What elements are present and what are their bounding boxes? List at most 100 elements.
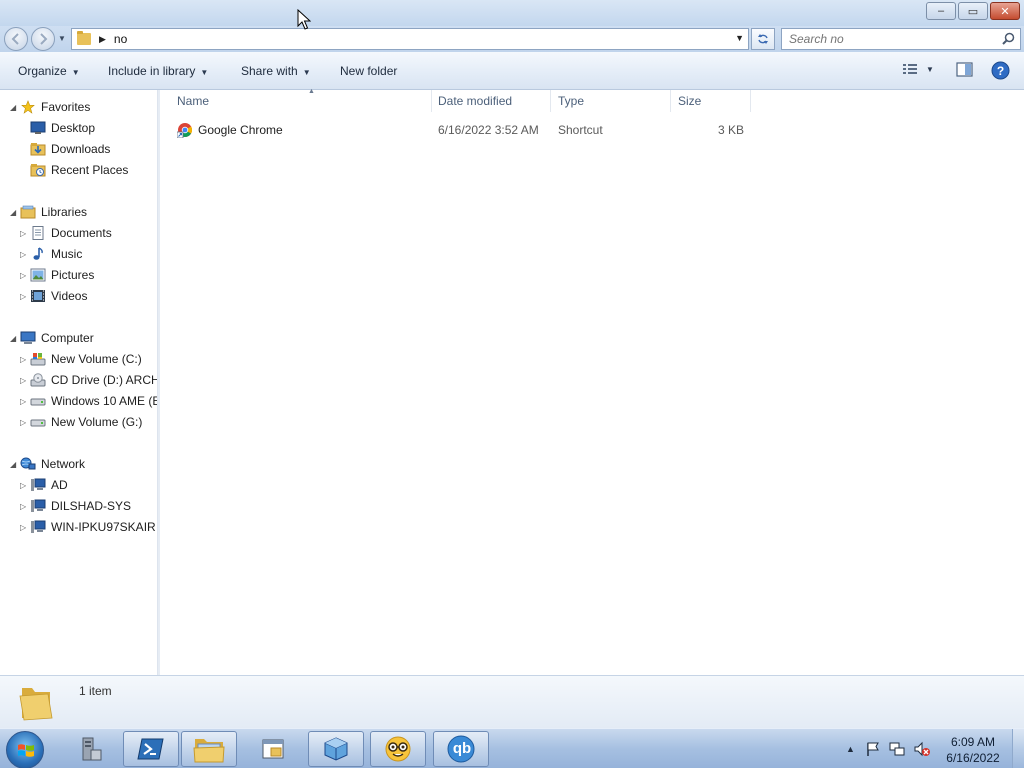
network-computer-icon — [31, 499, 46, 512]
collapsed-arrow-icon[interactable]: ▷ — [20, 250, 30, 259]
search-input[interactable] — [782, 29, 982, 49]
file-name[interactable]: Google Chrome — [198, 123, 283, 137]
window-titlebar[interactable]: – ▭ ✕ — [0, 0, 1024, 26]
address-history-dropdown[interactable]: ▼ — [735, 33, 744, 43]
nav-drive-g[interactable]: ▷ New Volume (G:) — [20, 412, 142, 432]
collapsed-arrow-icon[interactable]: ▷ — [20, 481, 30, 490]
nav-videos[interactable]: ▷ Videos — [20, 286, 87, 306]
expanded-arrow-icon[interactable]: ◢ — [10, 103, 20, 112]
address-bar[interactable]: ▶ no ▼ — [71, 28, 749, 50]
nav-desktop[interactable]: Desktop — [30, 118, 95, 138]
collapsed-arrow-icon[interactable]: ▷ — [20, 502, 30, 511]
file-size: 3 KB — [717, 123, 744, 137]
help-button[interactable]: ? — [991, 61, 1010, 83]
change-view-button[interactable] — [902, 62, 918, 79]
search-box[interactable] — [781, 28, 1021, 50]
details-pane: 1 item — [0, 675, 1024, 728]
nav-drive-c[interactable]: ▷ New Volume (C:) — [20, 349, 142, 369]
file-row[interactable]: Google Chrome 6/16/2022 3:52 AM Shortcut… — [174, 119, 754, 141]
nav-music[interactable]: ▷ Music — [20, 244, 82, 264]
system-clock[interactable]: 6:09 AM 6/16/2022 — [936, 734, 1010, 766]
collapsed-arrow-icon[interactable]: ▷ — [20, 355, 30, 364]
column-header-date-modified[interactable]: Date modified — [431, 90, 551, 112]
maximize-button[interactable]: ▭ — [958, 2, 988, 20]
nav-network[interactable]: ◢ Network — [10, 454, 85, 474]
action-center-flag-icon[interactable] — [865, 741, 881, 757]
taskbar-qbittorrent[interactable]: qb — [433, 731, 489, 767]
nav-network-label: Network — [41, 457, 86, 471]
column-header-name[interactable]: Name ▲ — [170, 88, 432, 112]
search-icon[interactable] — [1002, 32, 1015, 45]
collapsed-arrow-icon[interactable]: ▷ — [20, 418, 30, 427]
nav-recent-places[interactable]: Recent Places — [30, 160, 128, 180]
column-header-type[interactable]: Type — [551, 90, 671, 112]
start-button[interactable] — [6, 731, 44, 768]
nav-favorites[interactable]: ◢ Favorites — [10, 97, 90, 117]
volume-muted-icon[interactable] — [913, 741, 931, 757]
hard-drive-icon — [30, 398, 46, 406]
forward-button[interactable] — [31, 27, 55, 51]
nav-drive-c-label: New Volume (C:) — [51, 352, 142, 366]
breadcrumb-current[interactable]: no — [114, 32, 127, 46]
address-row: ▼ ▶ no ▼ — [0, 26, 1024, 52]
share-with-button[interactable]: Share with ▼ — [241, 64, 311, 78]
new-folder-button[interactable]: New folder — [340, 64, 397, 78]
expanded-arrow-icon[interactable]: ◢ — [10, 334, 20, 343]
collapsed-arrow-icon[interactable]: ▷ — [20, 229, 30, 238]
breadcrumb-separator-icon[interactable]: ▶ — [99, 34, 106, 45]
back-button[interactable] — [4, 27, 28, 51]
nav-computer[interactable]: ◢ Computer — [10, 328, 94, 348]
column-header-size[interactable]: Size — [671, 90, 751, 112]
minimize-button[interactable]: – — [926, 2, 956, 20]
nav-libraries[interactable]: ◢ Libraries — [10, 202, 87, 222]
clock-time: 6:09 AM — [950, 735, 996, 749]
column-size-label: Size — [678, 94, 702, 108]
collapsed-arrow-icon[interactable]: ▷ — [20, 271, 30, 280]
videos-icon — [31, 290, 45, 302]
collapsed-arrow-icon[interactable]: ▷ — [20, 523, 30, 532]
nav-network-win-ipku97skair[interactable]: ▷ WIN-IPKU97SKAIR — [20, 517, 156, 537]
navigation-pane[interactable]: ◢ Favorites Desktop Downloads Recent Pla… — [0, 90, 158, 675]
powershell-icon — [137, 738, 164, 760]
cd-drive-icon — [30, 373, 46, 387]
computer-icon — [20, 331, 36, 344]
nav-desktop-label: Desktop — [51, 121, 96, 135]
chevron-down-icon: ▼ — [71, 68, 80, 77]
include-in-library-button[interactable]: Include in library ▼ — [108, 64, 208, 78]
clock-date: 6/16/2022 — [946, 751, 1000, 765]
server-manager-icon — [82, 737, 102, 761]
file-list[interactable]: Name ▲ Date modified Type Size Google Ch… — [160, 88, 1024, 675]
virtualbox-icon — [324, 737, 348, 761]
close-button[interactable]: ✕ — [990, 2, 1020, 20]
taskbar-server-manager[interactable] — [62, 731, 118, 767]
show-desktop-button[interactable] — [1012, 729, 1024, 768]
taskbar-virtualbox[interactable] — [308, 731, 364, 767]
preview-pane-button[interactable] — [956, 62, 973, 80]
recent-pages-dropdown[interactable]: ▼ — [58, 34, 66, 43]
column-type-label: Type — [558, 94, 585, 108]
taskbar-file-explorer[interactable] — [181, 731, 237, 767]
chevron-down-icon: ▼ — [200, 68, 209, 77]
collapsed-arrow-icon[interactable]: ▷ — [20, 397, 30, 406]
nav-documents[interactable]: ▷ Documents — [20, 223, 112, 243]
taskbar-folder-window[interactable] — [245, 731, 301, 767]
show-hidden-icons-button[interactable]: ▲ — [846, 744, 855, 754]
nav-pictures[interactable]: ▷ Pictures — [20, 265, 94, 285]
chrome-shortcut-icon — [177, 123, 192, 138]
nav-downloads[interactable]: Downloads — [30, 139, 110, 159]
column-name-label: Name — [177, 94, 210, 108]
collapsed-arrow-icon[interactable]: ▷ — [20, 376, 30, 385]
nav-network-dilshad-sys[interactable]: ▷ DILSHAD-SYS — [20, 496, 131, 516]
network-status-icon[interactable] — [889, 741, 905, 757]
organize-button[interactable]: Organize ▼ — [18, 64, 80, 78]
nav-drive-e[interactable]: ▷ Windows 10 AME (E: — [20, 391, 157, 411]
nav-network-ad[interactable]: ▷ AD — [20, 475, 68, 495]
nav-drive-d[interactable]: ▷ CD Drive (D:) ARCH_ — [20, 370, 157, 390]
expanded-arrow-icon[interactable]: ◢ — [10, 208, 20, 217]
refresh-button[interactable] — [751, 28, 775, 50]
collapsed-arrow-icon[interactable]: ▷ — [20, 292, 30, 301]
taskbar-powershell[interactable] — [123, 731, 179, 767]
taskbar-emoji-app[interactable] — [370, 731, 426, 767]
expanded-arrow-icon[interactable]: ◢ — [10, 460, 20, 469]
view-options-dropdown[interactable]: ▼ — [926, 65, 934, 74]
